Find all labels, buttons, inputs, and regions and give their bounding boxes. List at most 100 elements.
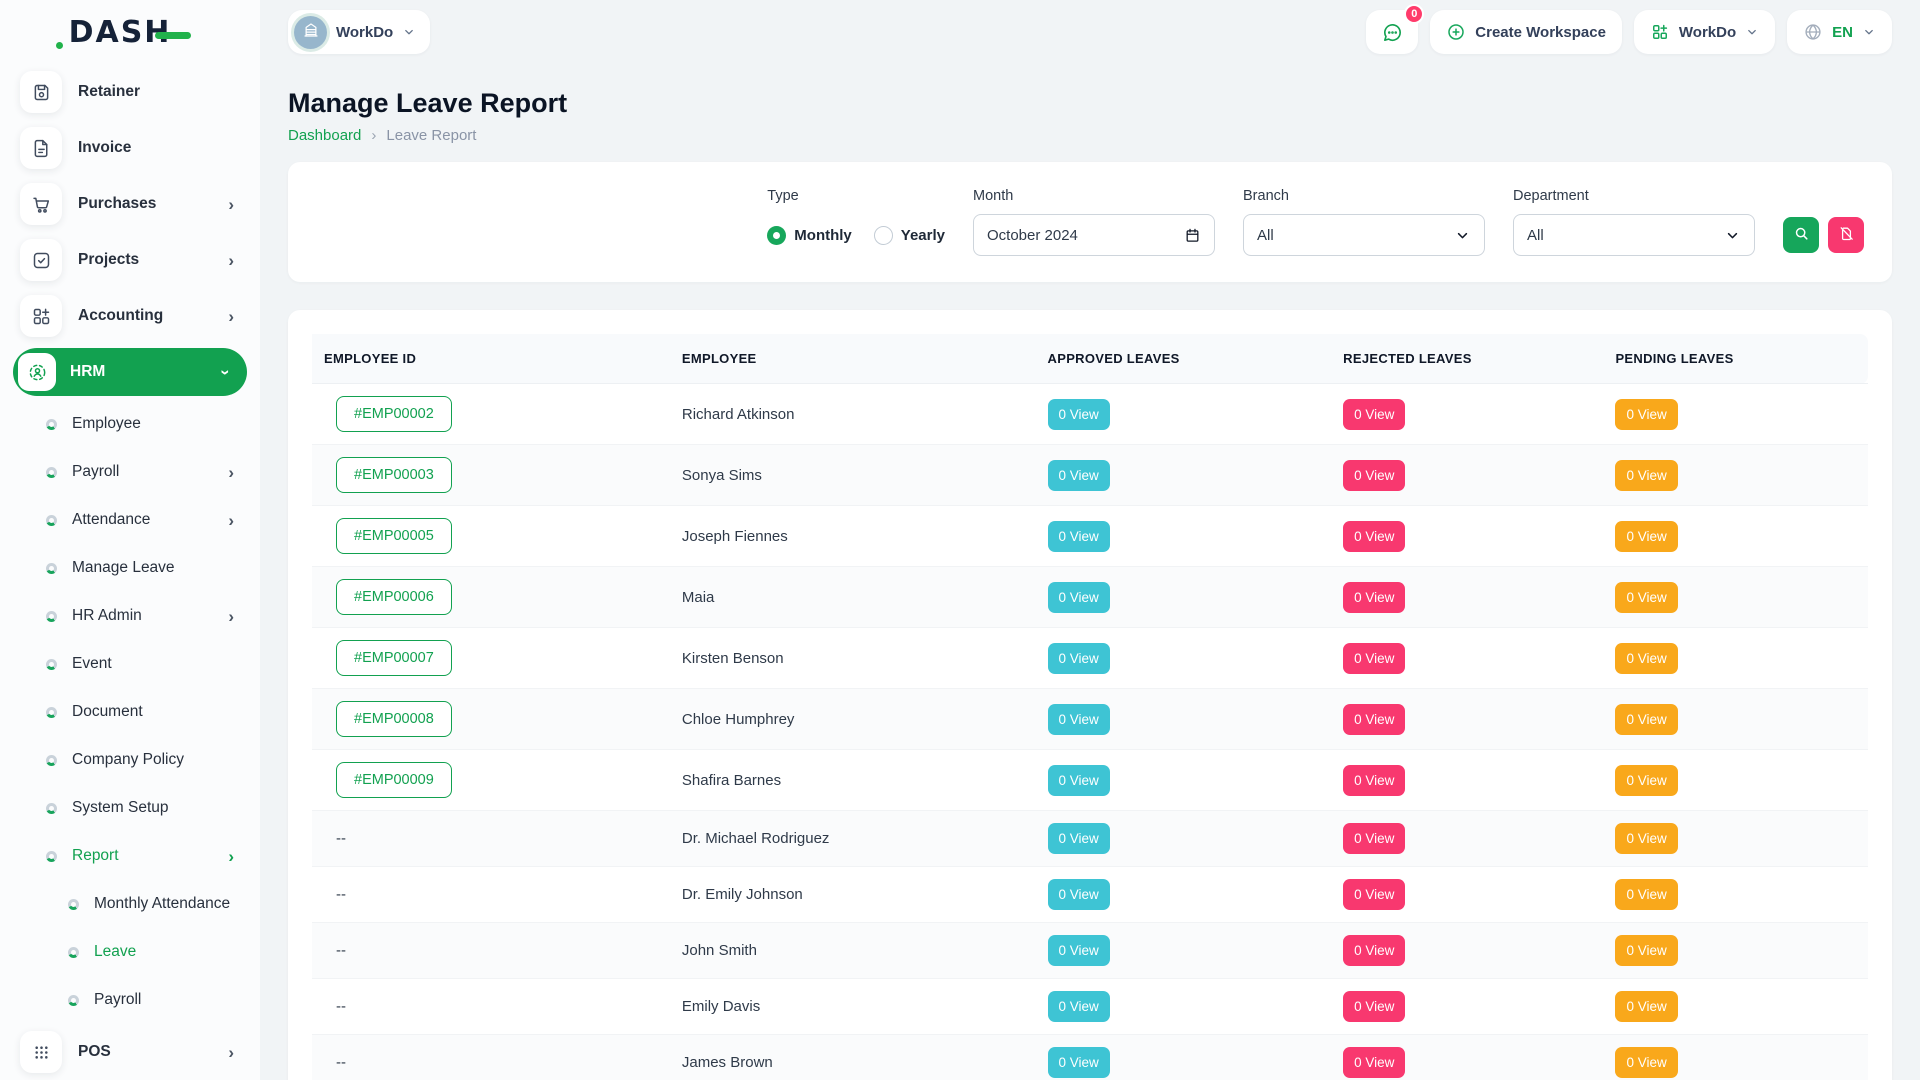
sidebar-item[interactable]: Retainer — [0, 64, 260, 120]
rejected-view-badge[interactable]: 0 View — [1343, 582, 1405, 613]
workspace-selector[interactable]: WorkDo — [288, 10, 430, 54]
sidebar-item[interactable]: System Setup — [0, 784, 260, 832]
pending-view-badge[interactable]: 0 View — [1615, 765, 1677, 796]
sidebar-item[interactable]: Payroll › — [0, 448, 260, 496]
radio-monthly[interactable]: Monthly — [767, 226, 852, 245]
approved-view-badge[interactable]: 0 View — [1048, 460, 1110, 491]
department-select[interactable]: All — [1513, 214, 1755, 256]
bullet-icon — [46, 755, 57, 766]
sidebar-item[interactable]: Purchases › — [0, 176, 260, 232]
pending-view-badge[interactable]: 0 View — [1615, 704, 1677, 735]
approved-view-badge[interactable]: 0 View — [1048, 704, 1110, 735]
rejected-view-badge[interactable]: 0 View — [1343, 765, 1405, 796]
pending-view-badge[interactable]: 0 View — [1615, 460, 1677, 491]
employee-id[interactable]: -- — [336, 998, 346, 1015]
chevron-icon: › — [228, 252, 234, 269]
branch-select[interactable]: All — [1243, 214, 1485, 256]
approved-view-badge[interactable]: 0 View — [1048, 521, 1110, 552]
apps-menu-button[interactable]: WorkDo — [1634, 10, 1775, 54]
sidebar-item[interactable]: Accounting › — [0, 288, 260, 344]
employee-id[interactable]: #EMP00003 — [336, 457, 452, 493]
approved-view-badge[interactable]: 0 View — [1048, 765, 1110, 796]
accounting-icon — [20, 295, 62, 337]
approved-view-badge[interactable]: 0 View — [1048, 1047, 1110, 1078]
rejected-view-badge[interactable]: 0 View — [1343, 935, 1405, 966]
radio-monthly-dot[interactable] — [767, 226, 786, 245]
breadcrumb-separator-icon: › — [371, 127, 376, 144]
approved-view-badge[interactable]: 0 View — [1048, 879, 1110, 910]
messages-button[interactable]: 0 — [1366, 10, 1418, 54]
employee-id[interactable]: #EMP00006 — [336, 579, 452, 615]
rejected-view-badge[interactable]: 0 View — [1343, 704, 1405, 735]
approved-view-badge[interactable]: 0 View — [1048, 823, 1110, 854]
sidebar-item[interactable]: Leave — [0, 928, 260, 976]
pending-view-badge[interactable]: 0 View — [1615, 823, 1677, 854]
employee-id[interactable]: -- — [336, 942, 346, 959]
sidebar-item[interactable]: HR Admin › — [0, 592, 260, 640]
pending-view-badge[interactable]: 0 View — [1615, 1047, 1677, 1078]
sidebar-menu: Retainer Invoice Purchases › — [0, 64, 260, 1080]
sidebar-item-label: Report — [72, 847, 119, 865]
month-label: Month — [973, 188, 1215, 204]
column-header: EMPLOYEE ID — [312, 334, 670, 384]
pending-view-badge[interactable]: 0 View — [1615, 935, 1677, 966]
sidebar-item[interactable]: Document — [0, 688, 260, 736]
rejected-view-badge[interactable]: 0 View — [1343, 1047, 1405, 1078]
pending-view-badge[interactable]: 0 View — [1615, 399, 1677, 430]
chevron-icon: › — [228, 1044, 234, 1061]
rejected-view-badge[interactable]: 0 View — [1343, 521, 1405, 552]
pending-view-badge[interactable]: 0 View — [1615, 643, 1677, 674]
sidebar-item[interactable]: Employee — [0, 400, 260, 448]
employee-id[interactable]: #EMP00007 — [336, 640, 452, 676]
employee-id[interactable]: #EMP00005 — [336, 518, 452, 554]
pending-view-badge[interactable]: 0 View — [1615, 521, 1677, 552]
approved-view-badge[interactable]: 0 View — [1048, 935, 1110, 966]
sidebar-item-label: Projects — [78, 251, 139, 269]
logo[interactable]: DASH — [0, 0, 260, 64]
pending-view-badge[interactable]: 0 View — [1615, 991, 1677, 1022]
breadcrumb-dashboard-link[interactable]: Dashboard — [288, 127, 361, 144]
sidebar-item[interactable]: Monthly Attendance — [0, 880, 260, 928]
leave-report-table-card: EMPLOYEE ID EMPLOYEE APPROVED LEAVES REJ… — [288, 310, 1892, 1080]
approved-view-badge[interactable]: 0 View — [1048, 991, 1110, 1022]
sidebar-item[interactable]: Manage Leave — [0, 544, 260, 592]
rejected-view-badge[interactable]: 0 View — [1343, 643, 1405, 674]
employee-id[interactable]: #EMP00002 — [336, 396, 452, 432]
approved-view-badge[interactable]: 0 View — [1048, 643, 1110, 674]
create-workspace-button[interactable]: Create Workspace — [1430, 10, 1622, 54]
approved-view-badge[interactable]: 0 View — [1048, 399, 1110, 430]
sidebar-item[interactable]: Report › — [0, 832, 260, 880]
rejected-view-badge[interactable]: 0 View — [1343, 399, 1405, 430]
rejected-view-badge[interactable]: 0 View — [1343, 991, 1405, 1022]
radio-yearly[interactable]: Yearly — [874, 226, 945, 245]
sidebar-item[interactable]: Event — [0, 640, 260, 688]
language-selector[interactable]: EN — [1787, 10, 1892, 54]
approved-view-badge[interactable]: 0 View — [1048, 582, 1110, 613]
employee-id[interactable]: -- — [336, 1054, 346, 1071]
sidebar-item[interactable]: Projects › — [0, 232, 260, 288]
radio-yearly-dot[interactable] — [874, 226, 893, 245]
employee-id[interactable]: #EMP00008 — [336, 701, 452, 737]
table-row: -- Emily Davis 0 View 0 View 0 View — [312, 979, 1868, 1035]
pending-view-badge[interactable]: 0 View — [1615, 582, 1677, 613]
sidebar-item[interactable]: Attendance › — [0, 496, 260, 544]
sidebar-item[interactable]: Payroll — [0, 976, 260, 1024]
sidebar-item[interactable]: HRM › — [13, 348, 247, 396]
sidebar-item[interactable]: Invoice — [0, 120, 260, 176]
sidebar-item[interactable]: Company Policy — [0, 736, 260, 784]
reset-filter-button[interactable] — [1828, 217, 1864, 253]
sidebar-item[interactable]: POS › — [0, 1024, 260, 1080]
employee-id[interactable]: -- — [336, 886, 346, 903]
month-input[interactable]: October 2024 — [973, 214, 1215, 256]
rejected-view-badge[interactable]: 0 View — [1343, 823, 1405, 854]
employee-id[interactable]: #EMP00009 — [336, 762, 452, 798]
search-icon — [1793, 225, 1810, 245]
pending-view-badge[interactable]: 0 View — [1615, 879, 1677, 910]
search-button[interactable] — [1783, 217, 1819, 253]
employee-id[interactable]: -- — [336, 830, 346, 847]
rejected-view-badge[interactable]: 0 View — [1343, 879, 1405, 910]
branch-label: Branch — [1243, 188, 1485, 204]
rejected-view-badge[interactable]: 0 View — [1343, 460, 1405, 491]
bullet-icon — [46, 467, 57, 478]
apps-grid-icon — [1650, 22, 1670, 42]
